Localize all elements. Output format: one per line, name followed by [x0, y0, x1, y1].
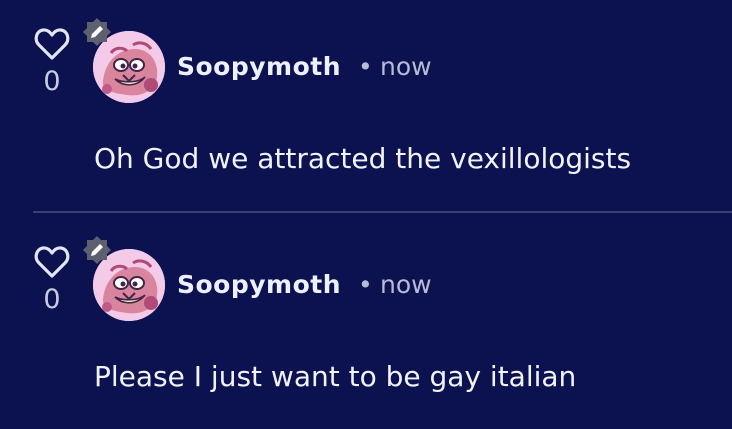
timestamp[interactable]: now: [380, 270, 432, 299]
heart-outline-icon: [34, 246, 70, 278]
pencil-icon: [83, 18, 111, 46]
like-count: 0: [43, 66, 61, 97]
avatar-wrap: [83, 236, 165, 321]
comment: 0 Soopymoth: [0, 218, 732, 429]
edit-badge[interactable]: [82, 17, 112, 47]
author-name[interactable]: Soopymoth: [177, 52, 341, 81]
like-button[interactable]: [32, 24, 72, 64]
edit-badge[interactable]: [82, 235, 112, 265]
heart-outline-icon: [34, 28, 70, 60]
meta-separator: •: [358, 270, 373, 299]
like-button[interactable]: [32, 242, 72, 282]
meta-separator: •: [358, 52, 373, 81]
avatar-wrap: [83, 18, 165, 103]
divider: [33, 211, 732, 213]
comment: 0 Soopymoth: [0, 0, 732, 213]
timestamp[interactable]: now: [380, 52, 432, 81]
comment-text: Oh God we attracted the vexillologists: [94, 142, 632, 175]
comment-text: Please I just want to be gay italian: [94, 360, 577, 393]
pencil-icon: [83, 236, 111, 264]
like-count: 0: [43, 284, 61, 315]
author-name[interactable]: Soopymoth: [177, 270, 341, 299]
